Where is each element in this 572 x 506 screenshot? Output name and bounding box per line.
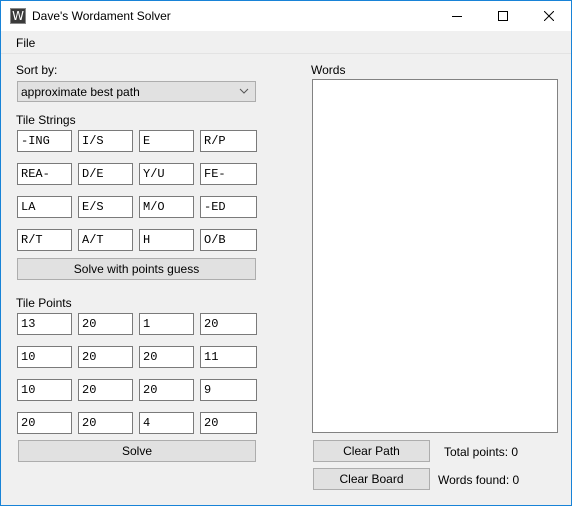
tile-points-input[interactable]: 20 (139, 379, 194, 401)
maximize-icon (498, 11, 508, 21)
title-bar[interactable]: W Dave's Wordament Solver (1, 1, 571, 31)
tile-points-input[interactable]: 10 (17, 346, 72, 368)
app-icon: W (10, 8, 26, 24)
sort-select[interactable]: approximate best path (17, 81, 256, 102)
tile-string-input[interactable]: LA (17, 196, 72, 218)
tile-string-input[interactable]: R/T (17, 229, 72, 251)
tile-points-input[interactable]: 4 (139, 412, 194, 434)
tile-points-input[interactable]: 20 (78, 379, 133, 401)
close-button[interactable] (526, 1, 572, 31)
tile-points-input[interactable]: 1 (139, 313, 194, 335)
minimize-icon (452, 16, 462, 17)
tile-string-input[interactable]: H (139, 229, 194, 251)
tile-string-input[interactable]: A/T (78, 229, 133, 251)
solve-with-points-guess-button[interactable]: Solve with points guess (17, 258, 256, 280)
tile-points-input[interactable]: 20 (200, 412, 257, 434)
app-window: W Dave's Wordament Solver File Sort by: … (0, 0, 572, 506)
tile-points-input[interactable]: 10 (17, 379, 72, 401)
solve-button[interactable]: Solve (18, 440, 256, 462)
words-list[interactable] (312, 79, 558, 433)
clear-path-button[interactable]: Clear Path (313, 440, 430, 462)
close-icon (544, 11, 554, 21)
menu-bar: File (1, 31, 571, 54)
sort-select-value: approximate best path (21, 85, 140, 99)
tile-string-input[interactable]: I/S (78, 130, 133, 152)
tile-string-input[interactable]: E (139, 130, 194, 152)
total-points: Total points: 0 (444, 445, 519, 459)
tile-points-input[interactable]: 11 (200, 346, 257, 368)
tile-points-label: Tile Points (16, 296, 72, 310)
clear-board-button[interactable]: Clear Board (313, 468, 430, 490)
chevron-down-icon (239, 88, 249, 94)
maximize-button[interactable] (480, 1, 526, 31)
tile-points-input[interactable]: 20 (78, 412, 133, 434)
minimize-button[interactable] (434, 1, 480, 31)
menu-file[interactable]: File (16, 36, 35, 50)
tile-points-input[interactable]: 20 (78, 313, 133, 335)
tile-string-input[interactable]: Y/U (139, 163, 194, 185)
tile-string-input[interactable]: M/O (139, 196, 194, 218)
tile-string-input[interactable]: REA- (17, 163, 72, 185)
sort-label: Sort by: (16, 63, 58, 77)
tile-string-input[interactable]: R/P (200, 130, 257, 152)
tile-string-input[interactable]: E/S (78, 196, 133, 218)
tile-points-input[interactable]: 20 (78, 346, 133, 368)
tile-points-input[interactable]: 13 (17, 313, 72, 335)
tile-points-input[interactable]: 20 (139, 346, 194, 368)
tile-points-input[interactable]: 9 (200, 379, 257, 401)
tile-string-input[interactable]: O/B (200, 229, 257, 251)
tile-string-input[interactable]: FE- (200, 163, 257, 185)
words-label: Words (311, 63, 346, 77)
tile-points-input[interactable]: 20 (200, 313, 257, 335)
tile-string-input[interactable]: -ED (200, 196, 257, 218)
words-found: Words found: 0 (438, 473, 520, 487)
tile-string-input[interactable]: D/E (78, 163, 133, 185)
tile-strings-label: Tile Strings (16, 113, 76, 127)
tile-points-input[interactable]: 20 (17, 412, 72, 434)
tile-string-input[interactable]: -ING (17, 130, 72, 152)
window-title: Dave's Wordament Solver (32, 9, 171, 23)
